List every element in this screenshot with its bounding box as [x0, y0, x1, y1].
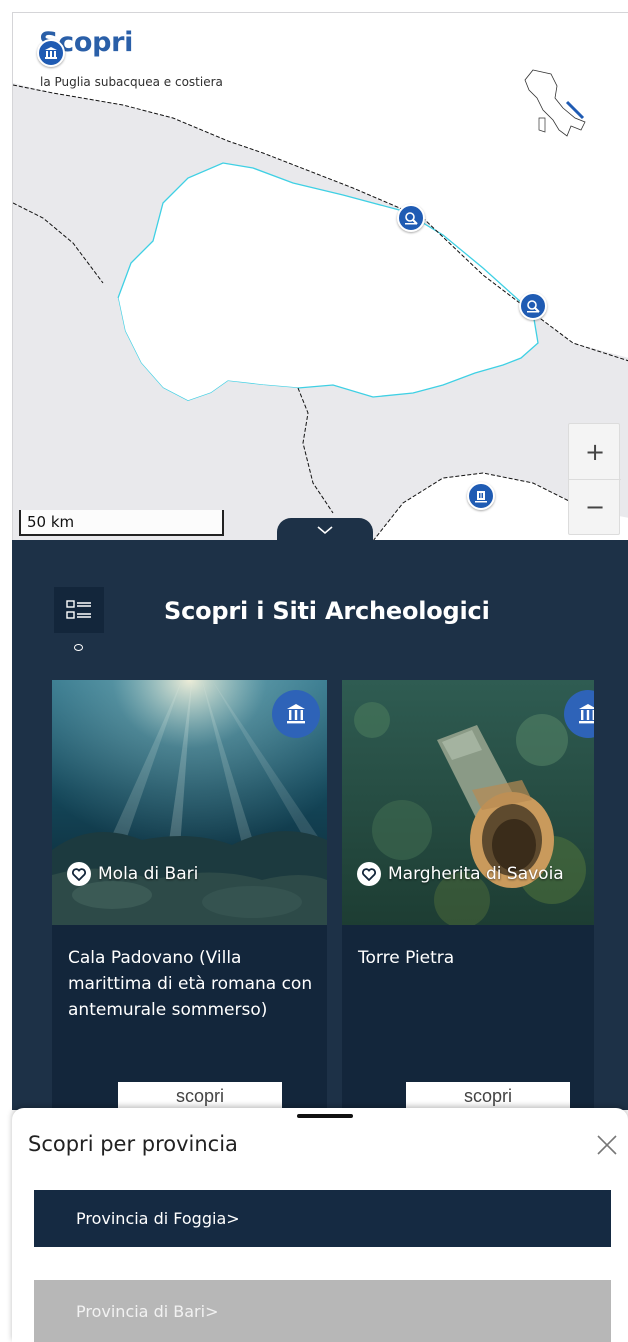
archaeology-site-icon[interactable]	[397, 204, 425, 232]
site-location: Mola di Bari	[67, 862, 198, 886]
scopri-button[interactable]: scopri	[118, 1082, 282, 1110]
site-location: Margherita di Savoia	[357, 862, 564, 886]
archaeology-site-icon[interactable]	[37, 39, 65, 67]
zoom-in-button[interactable]: +	[569, 424, 621, 479]
map-subtitle: la Puglia subacquea e costiera	[40, 75, 223, 89]
archaeology-site-icon[interactable]	[467, 482, 495, 510]
sheet-title: Scopri per provincia	[28, 1132, 238, 1156]
province-item-bari[interactable]: Provincia di Bari>	[34, 1280, 611, 1342]
map-basemap	[13, 13, 628, 540]
site-location-label: Mola di Bari	[98, 864, 199, 884]
sheet-grabber-handle[interactable]	[297, 1114, 353, 1118]
province-item-foggia[interactable]: Provincia di Foggia>	[34, 1190, 611, 1247]
site-location-label: Margherita di Savoia	[388, 864, 564, 884]
site-cards-carousel[interactable]: Mola di Bari Cala Padovano (Villa maritt…	[52, 680, 594, 1110]
zoom-out-button[interactable]: −	[569, 479, 621, 534]
archaeological-sites-panel: Scopri i Siti Archeologici Mola di Bari …	[12, 540, 628, 1110]
panel-title: Scopri i Siti Archeologici	[164, 597, 490, 625]
archaeology-site-icon[interactable]	[519, 292, 547, 320]
site-name: Torre Pietra	[358, 948, 455, 968]
close-icon[interactable]	[594, 1132, 620, 1158]
scopri-button[interactable]: scopri	[406, 1082, 570, 1110]
scale-label: 50 km	[27, 513, 75, 531]
scale-bar: 50 km	[19, 510, 224, 536]
site-card[interactable]: Margherita di Savoia Torre Pietra scopri	[342, 680, 594, 1110]
list-view-toggle[interactable]	[54, 587, 104, 633]
province-bottom-sheet: Scopri per provincia Provincia di Foggia…	[12, 1108, 628, 1342]
collapse-map-button[interactable]	[277, 518, 373, 542]
page-indicator-dot[interactable]	[74, 644, 83, 651]
site-photo	[342, 680, 594, 925]
site-name: Cala Padovano (Villa marittima di età ro…	[68, 948, 313, 1020]
heart-icon[interactable]	[357, 862, 381, 886]
chevron-down-icon	[317, 526, 333, 535]
map-view[interactable]: Scopri la Puglia subacquea e costiera + …	[12, 12, 628, 540]
temple-icon	[272, 690, 320, 738]
zoom-control: + −	[568, 423, 621, 535]
site-card[interactable]: Mola di Bari Cala Padovano (Villa maritt…	[52, 680, 327, 1110]
heart-icon[interactable]	[67, 862, 91, 886]
list-view-icon	[66, 600, 91, 619]
